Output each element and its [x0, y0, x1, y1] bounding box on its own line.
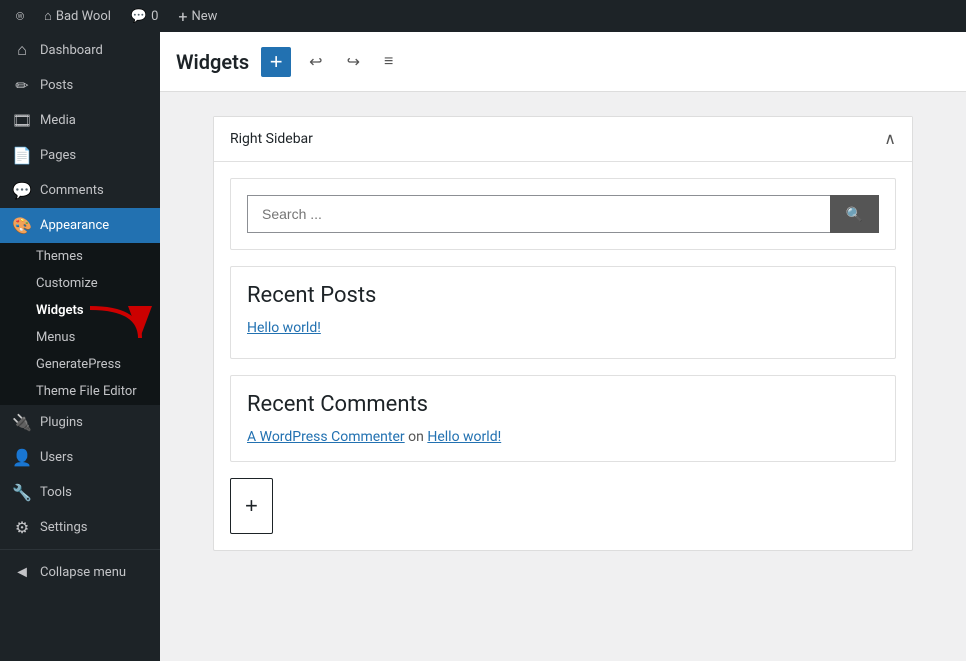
list-view-button[interactable]: ≡: [378, 49, 399, 75]
search-widget-inner: 🔍: [231, 179, 895, 249]
sidebar-item-label: Appearance: [40, 218, 109, 233]
plugins-icon: 🔌: [12, 413, 32, 432]
main-content: Widgets + ↩ ↪ ≡ Right Sidebar ∧: [160, 32, 966, 661]
add-block-icon: +: [245, 493, 258, 519]
sidebar-item-label: Comments: [40, 183, 104, 198]
submenu-themes[interactable]: Themes: [0, 243, 160, 270]
new-content-button[interactable]: + New: [170, 0, 225, 32]
sidebar-item-label: Settings: [40, 520, 87, 535]
widgets-content: Right Sidebar ∧ 🔍: [160, 92, 966, 661]
search-icon: 🔍: [846, 206, 863, 223]
search-button[interactable]: 🔍: [830, 195, 879, 233]
house-icon: ⌂: [44, 8, 52, 24]
submenu-theme-file-editor[interactable]: Theme File Editor: [0, 378, 160, 405]
search-input[interactable]: [247, 195, 830, 233]
tools-icon: 🔧: [12, 483, 32, 502]
undo-button[interactable]: ↩: [303, 48, 328, 76]
collapse-area-button[interactable]: ∧: [884, 129, 896, 149]
admin-bar: W ⌂ Bad Wool 💬 0 + New: [0, 0, 966, 32]
recent-posts-widget: Recent Posts Hello world!: [230, 266, 896, 359]
pages-icon: 📄: [12, 146, 32, 165]
sidebar-item-label: Tools: [40, 485, 72, 500]
sidebar-item-comments[interactable]: 💬 Comments: [0, 173, 160, 208]
chevron-up-icon: ∧: [884, 131, 896, 148]
comment-entry: A WordPress Commenter on Hello world!: [247, 429, 879, 445]
add-widget-button[interactable]: +: [261, 47, 291, 77]
comment-post-link[interactable]: Hello world!: [427, 429, 501, 445]
appearance-icon: 🎨: [12, 216, 32, 235]
collapse-label: Collapse menu: [40, 565, 126, 580]
redo-icon: ↪: [347, 54, 360, 71]
sidebar-item-plugins[interactable]: 🔌 Plugins: [0, 405, 160, 440]
users-icon: 👤: [12, 448, 32, 467]
submenu-customize[interactable]: Customize: [0, 270, 160, 297]
comment-on-text: on: [408, 429, 424, 445]
sidebar-item-posts[interactable]: ✏ Posts: [0, 68, 160, 103]
recent-comments-widget: Recent Comments A WordPress Commenter on…: [230, 375, 896, 462]
sidebar-item-settings[interactable]: ⚙ Settings: [0, 510, 160, 545]
sidebar-item-label: Posts: [40, 78, 73, 93]
widget-area-right-sidebar: Right Sidebar ∧ 🔍: [213, 116, 913, 551]
svg-text:W: W: [18, 14, 23, 20]
sidebar-item-appearance[interactable]: 🎨 Appearance: [0, 208, 160, 243]
comments-icon: 💬: [12, 181, 32, 200]
widget-area-title: Right Sidebar: [230, 131, 313, 147]
plus-icon: +: [178, 7, 187, 26]
undo-icon: ↩: [309, 54, 322, 71]
sidebar-item-media[interactable]: 🎞 Media: [0, 103, 160, 138]
sidebar-item-label: Plugins: [40, 415, 83, 430]
recent-posts-inner: Recent Posts Hello world!: [231, 267, 895, 358]
menu-divider: [0, 549, 160, 550]
sidebar-item-dashboard[interactable]: ⌂ Dashboard: [0, 32, 160, 68]
list-icon: ≡: [384, 53, 393, 70]
submenu-menus[interactable]: Menus: [0, 324, 160, 351]
recent-posts-title: Recent Posts: [247, 283, 879, 308]
collapse-icon: ◄: [12, 562, 32, 582]
sidebar-item-label: Users: [40, 450, 73, 465]
admin-menu: ⌂ Dashboard ✏ Posts 🎞 Media 📄 Pages 💬 Co…: [0, 32, 160, 661]
sidebar-item-tools[interactable]: 🔧 Tools: [0, 475, 160, 510]
submenu-generatepress[interactable]: GeneratePress: [0, 351, 160, 378]
comment-icon: 💬: [131, 9, 147, 24]
page-title: Widgets: [176, 50, 249, 74]
recent-comments-title: Recent Comments: [247, 392, 879, 417]
dashboard-icon: ⌂: [12, 40, 32, 60]
settings-icon: ⚙: [12, 518, 32, 537]
widget-area-header: Right Sidebar ∧: [214, 117, 912, 162]
site-name[interactable]: ⌂ Bad Wool: [36, 0, 119, 32]
comments-link[interactable]: 💬 0: [123, 0, 167, 32]
widgets-header: Widgets + ↩ ↪ ≡: [160, 32, 966, 92]
sidebar-item-users[interactable]: 👤 Users: [0, 440, 160, 475]
media-icon: 🎞: [12, 111, 32, 130]
recent-comments-inner: Recent Comments A WordPress Commenter on…: [231, 376, 895, 461]
appearance-submenu: Themes Customize Widgets Menus GenerateP…: [0, 243, 160, 405]
sidebar-item-label: Media: [40, 113, 76, 128]
comment-author-link[interactable]: A WordPress Commenter: [247, 429, 405, 445]
redo-button[interactable]: ↪: [341, 48, 366, 76]
submenu-widgets[interactable]: Widgets: [0, 297, 160, 324]
wp-logo[interactable]: W: [8, 4, 32, 28]
posts-icon: ✏: [12, 76, 32, 95]
sidebar-item-label: Pages: [40, 148, 76, 163]
add-block-button[interactable]: +: [230, 478, 273, 534]
sidebar-item-label: Dashboard: [40, 43, 103, 58]
search-widget: 🔍: [230, 178, 896, 250]
recent-post-link-0[interactable]: Hello world!: [247, 320, 879, 336]
collapse-menu-button[interactable]: ◄ Collapse menu: [0, 554, 160, 590]
sidebar-item-pages[interactable]: 📄 Pages: [0, 138, 160, 173]
search-form: 🔍: [247, 195, 879, 233]
